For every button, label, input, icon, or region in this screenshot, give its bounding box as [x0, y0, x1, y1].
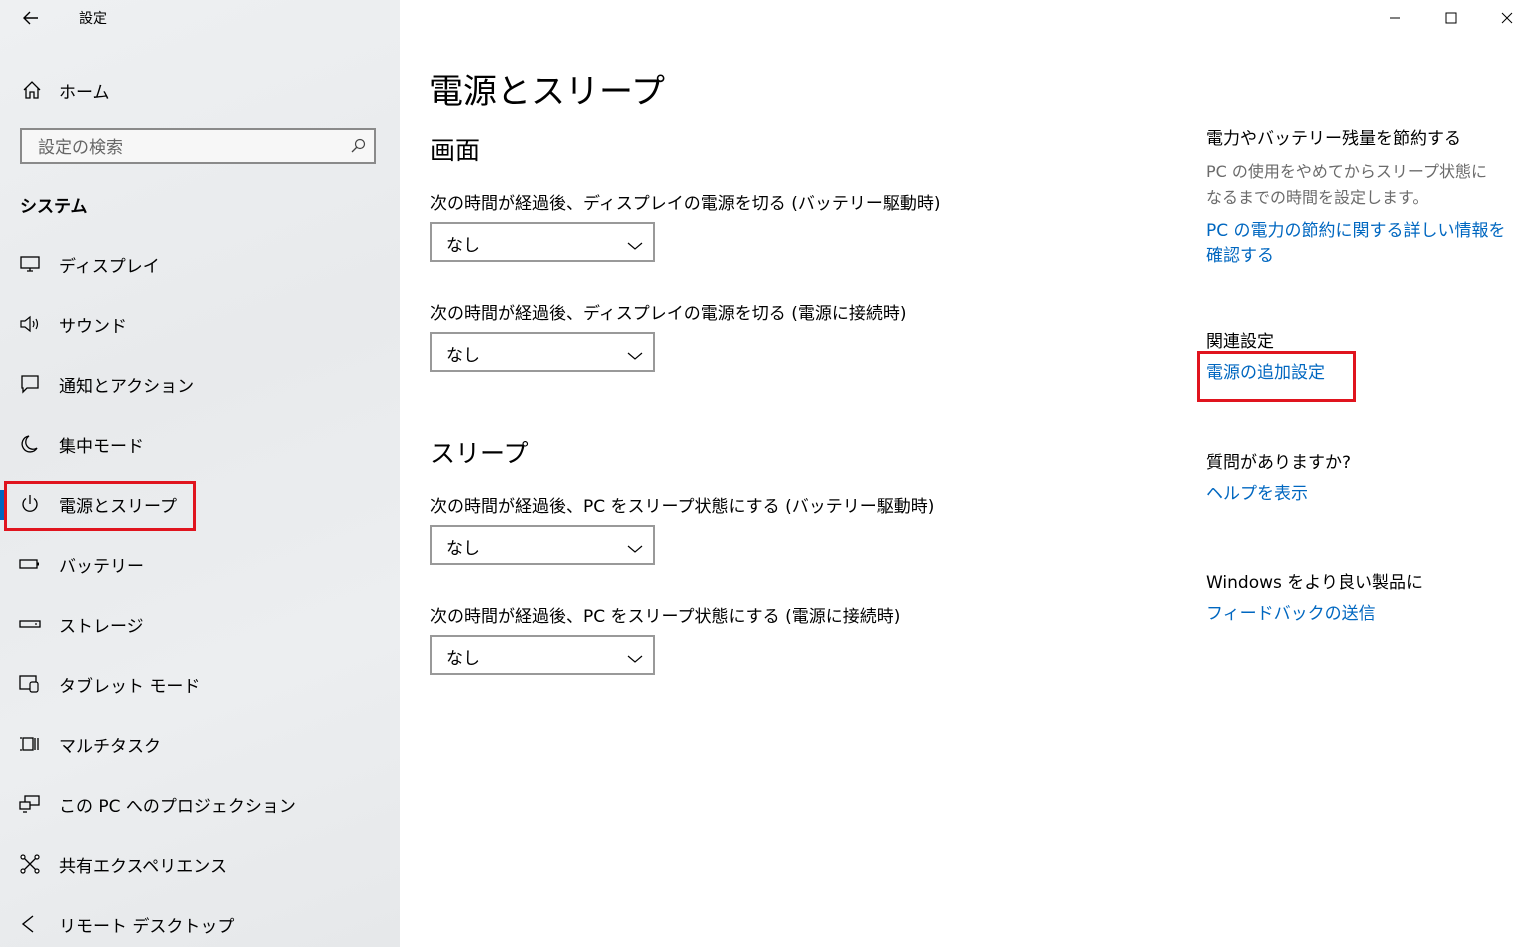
save-power-section: 電力やバッテリー残量を節約する PC の使用をやめてからスリープ状態になるまでの…	[1206, 124, 1516, 269]
sleep-battery-dropdown[interactable]: なし	[430, 525, 655, 565]
sidebar-item-remote-desktop[interactable]: リモート デスクトップ	[0, 902, 400, 946]
sidebar-item-label: 電源とスリープ	[59, 496, 177, 517]
sidebar-item-sound[interactable]: サウンド	[0, 302, 400, 346]
back-arrow-icon[interactable]	[18, 6, 44, 30]
sidebar-item-label: タブレット モード	[59, 676, 201, 697]
power-icon	[19, 494, 41, 514]
help-heading: 質問がありますか?	[1206, 453, 1352, 473]
section-label-system: システム	[20, 197, 88, 217]
sidebar-item-label: 通知とアクション	[59, 376, 195, 397]
additional-power-settings-link[interactable]: 電源の追加設定	[1206, 361, 1325, 386]
sidebar-item-multitasking[interactable]: マルチタスク	[0, 722, 400, 766]
get-help-link[interactable]: ヘルプを表示	[1206, 482, 1516, 507]
feedback-heading: Windows をより良い製品に	[1206, 573, 1423, 593]
home-label: ホーム	[59, 82, 110, 103]
section-heading-screen: 画面	[430, 136, 481, 165]
sidebar-item-label: バッテリー	[59, 556, 144, 577]
search-input[interactable]	[36, 136, 340, 160]
maximize-icon[interactable]	[1423, 0, 1479, 36]
sidebar-item-label: ディスプレイ	[59, 256, 160, 277]
search-box[interactable]	[20, 128, 376, 164]
screen-battery-dropdown[interactable]: なし	[430, 222, 655, 262]
screen-plugged-label: 次の時間が経過後、ディスプレイの電源を切る (電源に接続時)	[430, 304, 907, 324]
notification-icon	[19, 374, 41, 394]
sidebar-item-label: マルチタスク	[59, 736, 161, 757]
feedback-section: Windows をより良い製品に フィードバックの送信	[1206, 568, 1516, 627]
dropdown-value: なし	[446, 649, 480, 669]
sidebar-item-label: サウンド	[59, 316, 127, 337]
screen-battery-label: 次の時間が経過後、ディスプレイの電源を切る (バッテリー駆動時)	[430, 194, 941, 214]
app-title: 設定	[79, 11, 107, 27]
sidebar-item-display[interactable]: ディスプレイ	[0, 242, 400, 286]
storage-icon	[19, 617, 41, 631]
dropdown-value: なし	[446, 236, 480, 256]
sleep-plugged-label: 次の時間が経過後、PC をスリープ状態にする (電源に接続時)	[430, 607, 901, 627]
sidebar-item-projection[interactable]: この PC へのプロジェクション	[0, 782, 400, 826]
related-settings-section: 関連設定 電源の追加設定	[1206, 327, 1516, 386]
remote-icon	[19, 914, 41, 934]
sleep-plugged-dropdown[interactable]: なし	[430, 635, 655, 675]
related-settings-heading: 関連設定	[1206, 332, 1274, 352]
search-icon[interactable]	[350, 138, 366, 154]
multitask-icon	[19, 734, 41, 754]
sidebar-item-battery[interactable]: バッテリー	[0, 542, 400, 586]
tablet-icon	[19, 674, 41, 694]
save-power-heading: 電力やバッテリー残量を節約する	[1206, 129, 1461, 149]
sidebar-item-storage[interactable]: ストレージ	[0, 602, 400, 646]
sidebar-item-label: 集中モード	[59, 436, 144, 457]
moon-icon	[19, 434, 41, 454]
chevron-down-icon	[627, 346, 643, 365]
close-icon[interactable]	[1479, 0, 1535, 36]
speaker-icon	[19, 315, 41, 333]
sidebar-item-label: リモート デスクトップ	[59, 916, 235, 937]
shared-icon	[19, 854, 41, 874]
save-power-description: PC の使用をやめてからスリープ状態になるまでの時間を設定します。	[1206, 162, 1487, 207]
dropdown-value: なし	[446, 539, 480, 559]
sidebar-item-label: 共有エクスペリエンス	[59, 856, 227, 877]
sleep-battery-label: 次の時間が経過後、PC をスリープ状態にする (バッテリー駆動時)	[430, 497, 935, 517]
sidebar: 設定 ホーム システム ディスプレイ サウンド	[0, 0, 400, 947]
save-power-link[interactable]: PC の電力の節約に関する詳しい情報を確認する	[1206, 219, 1506, 269]
settings-window: 設定 ホーム システム ディスプレイ サウンド	[0, 0, 1535, 947]
sidebar-item-label: この PC へのプロジェクション	[59, 796, 296, 817]
battery-icon	[19, 557, 41, 571]
projection-icon	[19, 794, 41, 814]
sidebar-item-shared-experiences[interactable]: 共有エクスペリエンス	[0, 842, 400, 886]
sidebar-item-notifications[interactable]: 通知とアクション	[0, 362, 400, 406]
display-icon	[19, 255, 41, 273]
window-controls	[1367, 0, 1535, 36]
sidebar-item-label: ストレージ	[59, 616, 144, 637]
feedback-link[interactable]: フィードバックの送信	[1206, 602, 1516, 627]
home-nav-item[interactable]: ホーム	[0, 70, 400, 110]
home-icon	[20, 80, 44, 100]
page-title: 電源とスリープ	[429, 72, 665, 112]
sidebar-item-tablet-mode[interactable]: タブレット モード	[0, 662, 400, 706]
minimize-icon[interactable]	[1367, 0, 1423, 36]
help-section: 質問がありますか? ヘルプを表示	[1206, 448, 1516, 507]
dropdown-value: なし	[446, 346, 480, 366]
sidebar-item-power-sleep[interactable]: 電源とスリープ	[0, 482, 400, 526]
chevron-down-icon	[627, 236, 643, 255]
section-heading-sleep: スリープ	[430, 439, 529, 468]
sidebar-item-focus[interactable]: 集中モード	[0, 422, 400, 466]
screen-plugged-dropdown[interactable]: なし	[430, 332, 655, 372]
chevron-down-icon	[627, 539, 643, 558]
chevron-down-icon	[627, 649, 643, 668]
